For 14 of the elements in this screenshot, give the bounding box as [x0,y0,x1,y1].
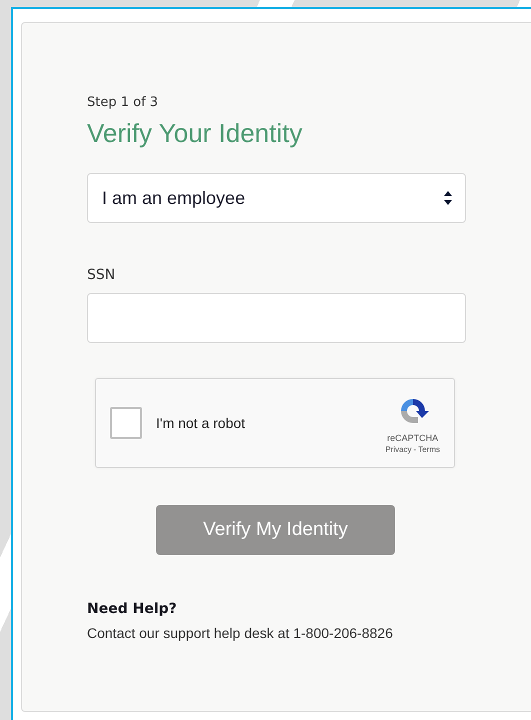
captcha-checkbox[interactable] [110,407,142,439]
captcha-label: I'm not a robot [156,415,246,431]
step-indicator: Step 1 of 3 [87,95,160,110]
privacy-link[interactable]: Privacy [385,444,412,454]
ssn-label: SSN [87,267,116,283]
page-title: Verify Your Identity [87,118,304,149]
help-text: Contact our support help desk at 1-800-206-8826 [87,625,394,641]
terms-link[interactable]: Terms [418,444,440,454]
ssn-input-field[interactable] [87,293,466,343]
link-separator: - [414,444,416,454]
updown-caret-icon [443,190,453,206]
role-select[interactable]: I am an employee [87,173,466,223]
help-heading: Need Help? [87,601,178,617]
captcha-brand: reCAPTCHA [387,432,438,442]
